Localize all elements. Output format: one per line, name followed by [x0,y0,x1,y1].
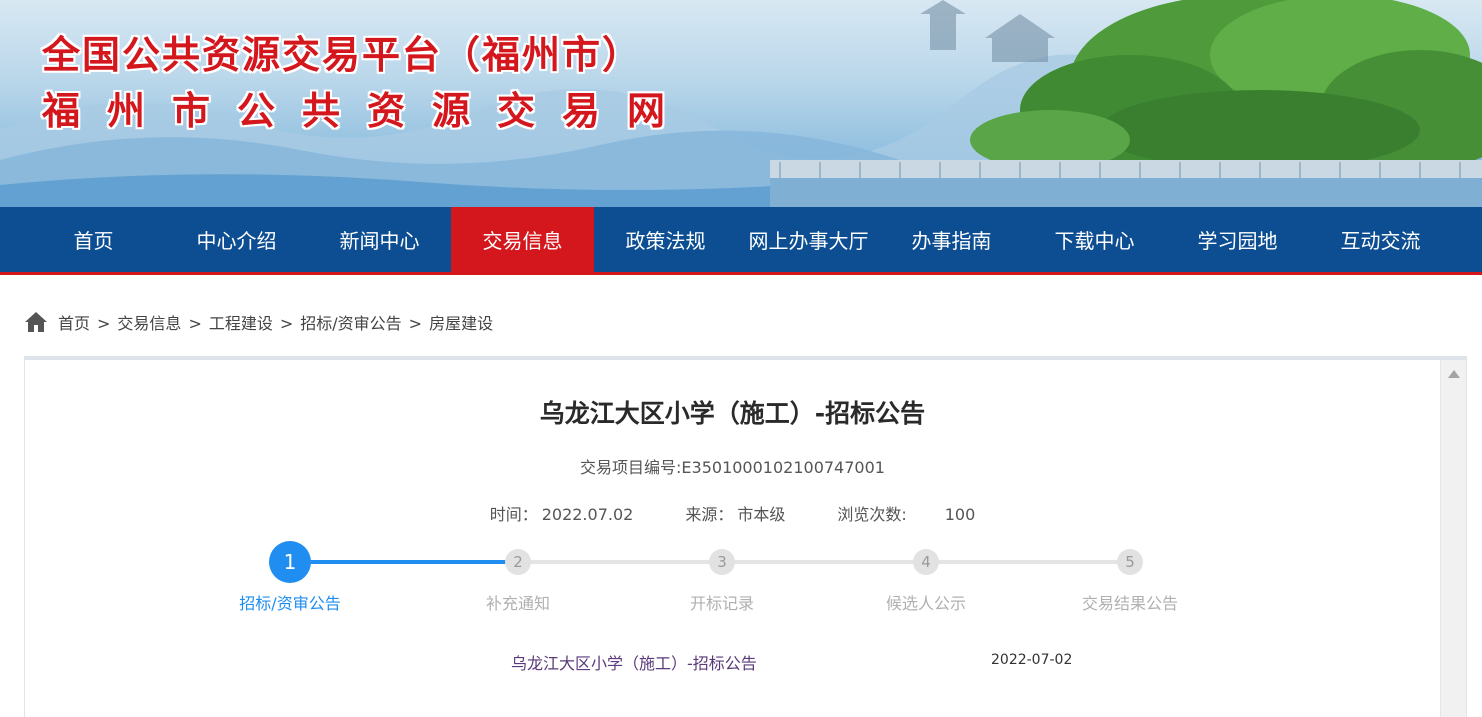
breadcrumb-items: 首页 > 交易信息 > 工程建设 > 招标/资审公告 > 房屋建设 [58,310,493,334]
breadcrumb-item[interactable]: 房屋建设 [429,314,493,333]
step-connector [518,560,722,564]
breadcrumb-separator: > [408,314,423,333]
nav-item-2[interactable]: 中心介绍 [165,207,308,272]
nav-list: 首页 中心介绍 新闻中心 交易信息 政策法规 网上办事大厅 办事指南 下载中心 学习园地 互动交流 [0,207,1482,272]
announcement-link[interactable]: 乌龙江大区小学（施工）-招标公告 [511,650,757,674]
views-value: 100 [944,505,976,524]
site-banner: 全国公共资源交易平台（福州市） 福州市公共资源交易网 [0,0,1482,207]
step-1-number[interactable]: 1 [269,541,311,583]
step-5-label[interactable]: 交易结果公告 [1082,590,1178,614]
step-4-number[interactable]: 4 [913,549,939,575]
breadcrumb-item[interactable]: 招标/资审公告 [300,314,401,333]
breadcrumb-item[interactable]: 工程建设 [209,314,273,333]
meta-views: 浏览次数: 100 [837,501,975,525]
nav-item-1[interactable]: 首页 [22,207,165,272]
process-steps: 1 招标/资审公告 2 补充通知 3 开标记录 4 候选人公示 5 交易结果公告 [25,540,1440,620]
content-panel: 乌龙江大区小学（施工）-招标公告 交易项目编号:E350100010210074… [24,356,1467,717]
source-value: 市本级 [737,505,786,524]
source-label: 来源： [685,505,734,524]
article-title: 乌龙江大区小学（施工）-招标公告 [539,399,926,428]
nav-item-3[interactable]: 新闻中心 [308,207,451,272]
platform-title: 全国公共资源交易平台（福州市） [42,32,643,77]
breadcrumb-separator: > [97,314,111,333]
step-2-number[interactable]: 2 [505,549,531,575]
scrollbar[interactable] [1440,360,1466,717]
meta-time: 时间： 2022.07.02 [490,501,634,525]
step-2-label[interactable]: 补充通知 [486,590,550,614]
step-3-number[interactable]: 3 [709,549,735,575]
step-5-number[interactable]: 5 [1117,549,1143,575]
article-meta: 时间： 2022.07.02 来源： 市本级 浏览次数: 100 [25,501,1440,525]
project-code: 交易项目编号:E3501000102100747001 [580,458,885,477]
time-label: 时间： [489,505,538,524]
breadcrumb-separator: > [188,314,202,333]
time-value: 2022.07.02 [541,505,634,524]
nav-item-6[interactable]: 网上办事大厅 [737,207,880,272]
home-icon[interactable] [24,311,48,333]
breadcrumb-separator: > [279,314,294,333]
announcement-date: 2022-07-02 [991,652,1073,668]
step-connector [290,560,518,564]
nav-item-9[interactable]: 学习园地 [1166,207,1309,272]
site-title: 福州市公共资源交易网 [42,88,693,133]
scroll-up-arrow-icon[interactable] [1448,370,1460,378]
nav-item-7[interactable]: 办事指南 [880,207,1023,272]
step-connector [722,560,926,564]
step-3-label[interactable]: 开标记录 [690,590,754,614]
nav-item-4[interactable]: 交易信息 [451,207,594,272]
nav-item-10[interactable]: 互动交流 [1309,207,1452,272]
breadcrumb: 首页 > 交易信息 > 工程建设 > 招标/资审公告 > 房屋建设 [24,308,493,336]
nav-item-5[interactable]: 政策法规 [594,207,737,272]
step-connector [926,560,1130,564]
list-item: 乌龙江大区小学（施工）-招标公告 2022-07-02 [25,650,1440,674]
step-4-label[interactable]: 候选人公示 [886,590,966,614]
step-1-label[interactable]: 招标/资审公告 [239,590,340,614]
meta-source: 来源： 市本级 [685,501,785,525]
views-label: 浏览次数: [837,505,907,524]
main-nav: 首页 中心介绍 新闻中心 交易信息 政策法规 网上办事大厅 办事指南 下载中心 学习园地 互动交流 [0,207,1482,275]
breadcrumb-item[interactable]: 交易信息 [117,314,181,333]
nav-item-8[interactable]: 下载中心 [1023,207,1166,272]
breadcrumb-item[interactable]: 首页 [58,314,90,333]
